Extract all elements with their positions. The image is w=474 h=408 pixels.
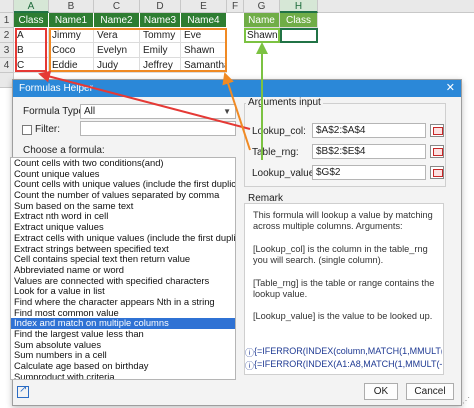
- col-header-e[interactable]: E: [181, 0, 227, 13]
- resize-grip-icon[interactable]: ⋰: [462, 396, 470, 405]
- cancel-button[interactable]: Cancel: [406, 383, 454, 400]
- table-rng-highlight: [49, 28, 227, 72]
- result-cell[interactable]: [280, 28, 318, 43]
- table-header-class[interactable]: Class: [14, 13, 49, 28]
- arg-input-table-rng[interactable]: $B$2:$E$4: [312, 144, 426, 159]
- list-item[interactable]: Find the largest value less than: [11, 329, 235, 340]
- spreadsheet: A B C D E F G H 1 2 3 4 Class Name1 Name…: [0, 0, 474, 90]
- filter-checkbox[interactable]: [22, 125, 32, 135]
- dialog-title: Formulas Helper: [19, 83, 93, 94]
- arg-input-lookup-value[interactable]: $G$2: [312, 165, 426, 180]
- info-icon: ⓘ: [245, 348, 255, 358]
- list-item[interactable]: Count unique values: [11, 169, 235, 180]
- remark-text: [Lookup_col] is the column in the table_…: [253, 243, 428, 266]
- ok-button[interactable]: OK: [364, 383, 398, 400]
- arg-label-table-rng: Table_rng:: [252, 147, 299, 158]
- formula-type-value: All: [84, 106, 96, 117]
- arg-input-lookup-col[interactable]: $A$2:$A$4: [312, 123, 426, 138]
- remark-text: [Table_rng] is the table or range contai…: [253, 277, 435, 300]
- formula-preview-2: {=IFERROR(INDEX(A1:A8,MATCH(1,MMULT(--(: [254, 359, 442, 369]
- list-item[interactable]: Sum absolute values: [11, 340, 235, 351]
- col-header-c[interactable]: C: [94, 0, 140, 13]
- filter-input[interactable]: [80, 121, 236, 136]
- lookup-value-highlight: [244, 28, 280, 43]
- choose-formula-label: Choose a formula:: [23, 145, 105, 156]
- close-icon[interactable]: ✕: [446, 80, 455, 97]
- list-item[interactable]: Extract strings between specified text: [11, 244, 235, 255]
- col-header-d[interactable]: D: [140, 0, 181, 13]
- remark-text: [Lookup_value] is the value to be looked…: [253, 311, 433, 322]
- list-item[interactable]: Index and match on multiple columns: [11, 318, 235, 329]
- list-item[interactable]: Count cells with unique values (include …: [11, 179, 235, 190]
- col-header-g[interactable]: G: [244, 0, 280, 13]
- list-item[interactable]: Count cells with two conditions(and): [11, 158, 235, 169]
- list-item[interactable]: Sumproduct with criteria: [11, 372, 235, 379]
- list-item[interactable]: Calculate age based on birthday: [11, 361, 235, 372]
- range-select-icon[interactable]: [430, 124, 444, 137]
- lookup-header-class[interactable]: Class: [280, 13, 318, 28]
- row-number-2[interactable]: 2: [0, 28, 14, 43]
- list-item[interactable]: Count the number of values separated by …: [11, 190, 235, 201]
- col-header-f[interactable]: F: [227, 0, 244, 13]
- list-item[interactable]: Find most common value: [11, 308, 235, 319]
- formula-type-select[interactable]: All ▼: [80, 104, 236, 119]
- col-header-b[interactable]: B: [49, 0, 94, 13]
- table-header-name1[interactable]: Name1: [49, 13, 94, 28]
- arguments-title: Arguments input: [246, 97, 323, 108]
- col-header-h[interactable]: H: [280, 0, 318, 13]
- lookup-header-name[interactable]: Name: [244, 13, 280, 28]
- col-header-filler: [318, 0, 474, 13]
- row-number-4[interactable]: 4: [0, 58, 14, 73]
- list-item[interactable]: Find where the character appears Nth in …: [11, 297, 235, 308]
- table-header-name4[interactable]: Name4: [181, 13, 227, 28]
- list-item[interactable]: Values are connected with specified char…: [11, 276, 235, 287]
- arg-label-lookup-col: Lookup_col:: [252, 126, 306, 137]
- range-select-icon[interactable]: [430, 145, 444, 158]
- formula-preview-1: {=IFERROR(INDEX(column,MATCH(1,MMULT(--(: [254, 346, 442, 356]
- arg-label-lookup-value: Lookup_value:: [252, 168, 318, 179]
- list-item[interactable]: Sum numbers in a cell: [11, 350, 235, 361]
- lookup-col-highlight: [15, 28, 47, 72]
- col-header-a[interactable]: A: [14, 0, 49, 13]
- dialog-titlebar[interactable]: Formulas Helper ✕: [13, 80, 461, 97]
- filter-label: Filter:: [35, 124, 60, 135]
- screenshot: A B C D E F G H 1 2 3 4 Class Name1 Name…: [0, 0, 474, 408]
- list-item[interactable]: Extract nth word in cell: [11, 211, 235, 222]
- chevron-down-icon: ▼: [223, 107, 231, 116]
- formula-list[interactable]: Count cells with two conditions(and) Coun…: [10, 157, 236, 380]
- list-item[interactable]: Abbreviated name or word: [11, 265, 235, 276]
- list-item[interactable]: Look for a value in list: [11, 286, 235, 297]
- external-link-icon[interactable]: [17, 384, 29, 398]
- formula-type-label: Formula Type:: [23, 106, 87, 117]
- range-select-icon[interactable]: [430, 166, 444, 179]
- list-item[interactable]: Extract cells with unique values (includ…: [11, 233, 235, 244]
- info-icon: ⓘ: [245, 361, 255, 371]
- row-number-1[interactable]: 1: [0, 13, 14, 28]
- remark-text: This formula will lookup a value by matc…: [253, 210, 433, 232]
- table-header-name3[interactable]: Name3: [140, 13, 181, 28]
- select-all-corner[interactable]: [0, 0, 14, 13]
- table-header-name2[interactable]: Name2: [94, 13, 140, 28]
- list-item[interactable]: Cell contains special text then return v…: [11, 254, 235, 265]
- row-number-3[interactable]: 3: [0, 43, 14, 58]
- list-item[interactable]: Extract unique values: [11, 222, 235, 233]
- list-item[interactable]: Sum based on the same text: [11, 201, 235, 212]
